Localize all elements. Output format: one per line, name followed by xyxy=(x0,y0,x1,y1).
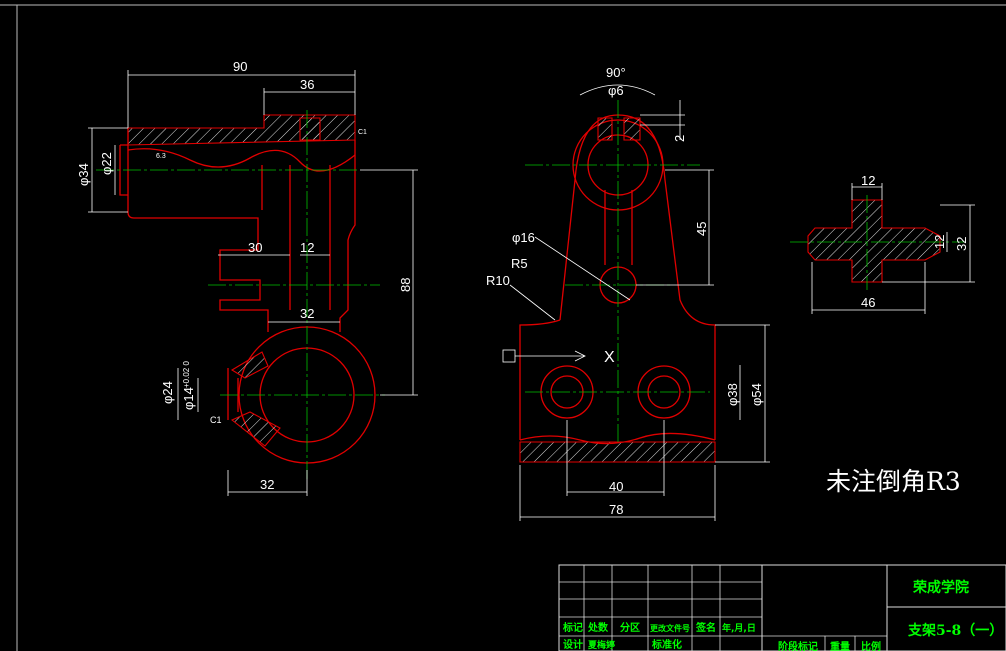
tb-label-scale: 比例 xyxy=(861,640,881,651)
dim-12-top: 12 xyxy=(861,173,875,188)
tb-designer-name: 夏梅婷 xyxy=(587,639,615,651)
dim-phi14: φ14 xyxy=(181,387,196,410)
dim-phi38: φ38 xyxy=(725,383,740,406)
tb-label-weight: 重量 xyxy=(830,640,850,651)
dim-32-top: 32 xyxy=(300,306,314,321)
front-slot-hatch xyxy=(299,117,321,141)
tb-label-zone: 分区 xyxy=(620,621,640,634)
dim-46: 46 xyxy=(861,295,875,310)
school-name: 荣成学院 xyxy=(912,579,969,596)
tb-label-design: 设计 xyxy=(563,638,583,651)
chamfer-c1-top: C1 xyxy=(358,129,367,136)
tb-label-date: 年,月,日 xyxy=(722,622,756,634)
dim-r10: R10 xyxy=(486,273,510,288)
dim-r5: R5 xyxy=(511,256,528,271)
side-base-hatch xyxy=(519,441,716,463)
dim-45: 45 xyxy=(694,222,709,236)
dim-32: 32 xyxy=(954,237,969,251)
chamfer-c1-bottom: C1 xyxy=(210,415,222,425)
dim-32-bottom: 32 xyxy=(260,477,274,492)
tb-label-standard: 标准化 xyxy=(651,638,682,651)
dim-36: 36 xyxy=(300,77,314,92)
dim-phi34: φ34 xyxy=(76,163,91,186)
dim-2: 2 xyxy=(672,135,687,142)
tb-label-mark: 标记 xyxy=(562,621,583,634)
drawing-name: 支架5-8（一） xyxy=(907,622,1003,639)
dim-12-right: 12 xyxy=(932,235,947,249)
dim-12: 12 xyxy=(300,240,314,255)
dim-40: 40 xyxy=(609,479,623,494)
roughness-6-3: 6.3 xyxy=(156,153,166,160)
dim-phi54: φ54 xyxy=(749,383,764,406)
dim-30: 30 xyxy=(248,240,262,255)
section-mark-x: X xyxy=(604,349,615,366)
tb-label-sign: 签名 xyxy=(695,621,716,634)
dim-78: 78 xyxy=(609,502,623,517)
dim-phi24: φ24 xyxy=(160,381,175,404)
dim-phi16: φ16 xyxy=(512,230,535,245)
dim-phi6: φ6 xyxy=(608,83,624,98)
chamfer-note: 未注倒角R3 xyxy=(826,467,961,496)
cad-drawing-canvas: 90 36 φ34 φ22 30 12 88 32 φ24 φ14 +0.02 … xyxy=(0,0,1006,651)
dim-tolerance: +0.02 0 xyxy=(182,361,191,388)
dim-phi22: φ22 xyxy=(99,152,114,175)
dim-90: 90 xyxy=(233,59,247,74)
dim-88: 88 xyxy=(398,278,413,292)
tb-label-change-doc: 更改文件号 xyxy=(650,623,690,633)
dim-90-deg: 90° xyxy=(606,65,626,80)
tb-label-count: 处数 xyxy=(587,621,609,634)
tb-label-stage: 阶段标记 xyxy=(778,640,818,651)
